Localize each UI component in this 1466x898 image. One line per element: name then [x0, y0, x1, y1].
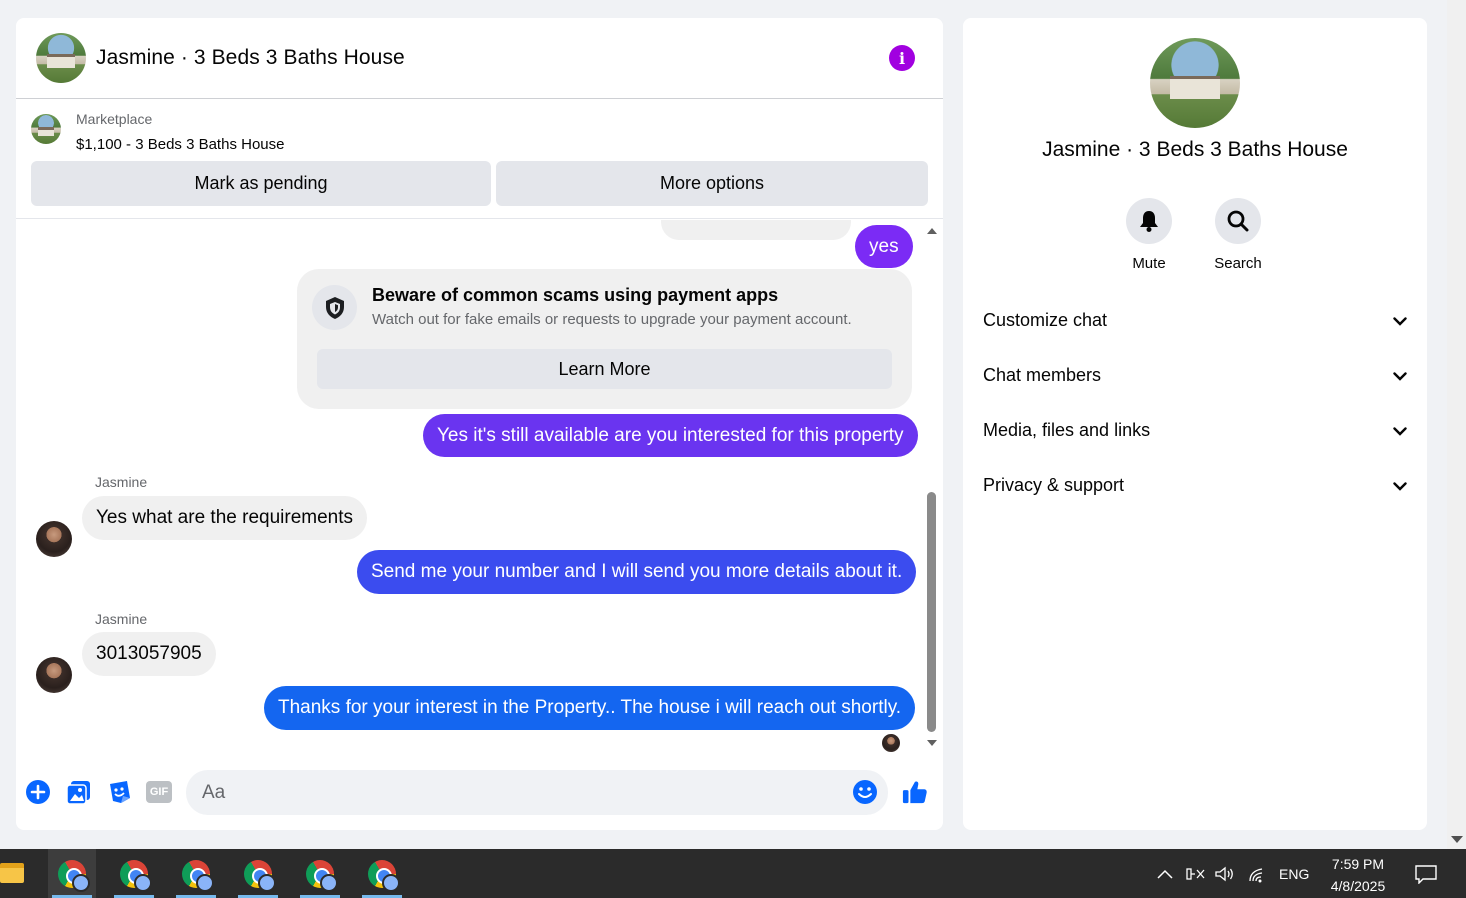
network-disconnected-icon[interactable]	[1185, 849, 1207, 898]
taskbar-chrome-4[interactable]	[234, 849, 282, 898]
listing-avatar[interactable]	[36, 33, 86, 83]
message-input[interactable]: Aa	[186, 770, 888, 815]
scroll-thumb[interactable]	[927, 492, 936, 732]
message-text: Yes what are the requirements	[96, 507, 354, 528]
chat-header: Jasmine · 3 Beds 3 Baths House i	[16, 18, 943, 99]
chrome-icon	[182, 859, 214, 892]
scam-warning-title: Beware of common scams using payment app…	[372, 285, 779, 305]
notification-center-icon[interactable]	[1414, 849, 1438, 898]
volume-icon[interactable]	[1214, 849, 1236, 898]
message-text: Yes it's still available are you interes…	[437, 424, 904, 446]
mute-action[interactable]: Mute	[1109, 198, 1189, 272]
more-options-button[interactable]: More options	[496, 161, 928, 206]
section-label: Media, files and links	[983, 419, 1151, 440]
sender-avatar[interactable]	[36, 657, 72, 693]
windows-taskbar: ENG 7:59 PM 4/8/2025	[0, 849, 1466, 898]
shield-icon	[312, 285, 357, 330]
listing-profile-image[interactable]	[1150, 38, 1240, 128]
chrome-icon	[244, 859, 276, 892]
chrome-icon	[120, 859, 152, 892]
language-indicator[interactable]: ENG	[1279, 849, 1309, 898]
scroll-down-arrow[interactable]	[927, 740, 937, 746]
clock-time: 7:59 PM	[1331, 856, 1385, 872]
taskbar-chrome-5[interactable]	[296, 849, 344, 898]
message-text: Thanks for your interest in the Property…	[278, 697, 902, 718]
emoji-icon[interactable]	[852, 779, 878, 805]
chrome-icon	[368, 859, 400, 892]
message-bubble-outgoing[interactable]: yes	[855, 225, 913, 268]
plus-icon[interactable]	[25, 779, 51, 805]
chrome-icon	[58, 859, 90, 892]
search-icon[interactable]	[1215, 198, 1261, 244]
sticker-icon[interactable]	[106, 779, 132, 805]
info-panel-title: Jasmine · 3 Beds 3 Baths House	[1042, 138, 1348, 161]
chat-title[interactable]: Jasmine · 3 Beds 3 Baths House	[96, 46, 405, 70]
chevron-down-icon	[1393, 310, 1407, 331]
listing-thumbnail[interactable]	[31, 114, 61, 144]
message-bubble-outgoing[interactable]: Thanks for your interest in the Property…	[264, 686, 916, 730]
section-label: Chat members	[983, 364, 1102, 385]
message-text: 3013057905	[96, 643, 202, 664]
system-clock[interactable]: 7:59 PM 4/8/2025	[1318, 853, 1398, 897]
message-text: Send me your number and I will send you …	[371, 561, 903, 582]
section-label: Customize chat	[983, 309, 1108, 330]
scam-warning-subtitle: Watch out for fake emails or requests to…	[372, 311, 852, 328]
thumbs-up-icon[interactable]	[902, 779, 928, 805]
section-chat-members[interactable]: Chat members	[983, 360, 1407, 390]
chevron-down-icon	[1393, 420, 1407, 441]
clock-date: 4/8/2025	[1330, 878, 1386, 894]
message-bubble-incoming[interactable]: 3013057905	[82, 632, 216, 676]
taskbar-chrome-2[interactable]	[110, 849, 158, 898]
section-label: Privacy & support	[983, 474, 1125, 495]
marketplace-banner: Marketplace $1,100 - 3 Beds 3 Baths Hous…	[16, 99, 943, 219]
message-composer: GIF Aa	[16, 768, 943, 818]
mute-label: Mute	[1132, 255, 1166, 272]
message-bubble-outgoing[interactable]: Send me your number and I will send you …	[357, 550, 917, 594]
section-media-files-links[interactable]: Media, files and links	[983, 415, 1407, 445]
gif-icon[interactable]: GIF	[146, 779, 172, 805]
chevron-down-icon	[1393, 475, 1407, 496]
taskbar-chrome-1[interactable]	[48, 849, 96, 898]
conversation-info-panel: Jasmine · 3 Beds 3 Baths House Mute Sear…	[963, 18, 1427, 830]
chrome-icon	[306, 859, 338, 892]
partial-message-bubble	[661, 220, 851, 240]
file-explorer-icon[interactable]	[0, 863, 24, 883]
tray-overflow-icon[interactable]	[1156, 849, 1174, 898]
learn-more-button[interactable]: Learn More	[317, 349, 892, 389]
message-list[interactable]: yes Beware of common scams using payment…	[16, 220, 926, 760]
gif-label: GIF	[149, 786, 169, 798]
chat-panel: Jasmine · 3 Beds 3 Baths House i Marketp…	[16, 18, 943, 830]
scam-warning-card: Beware of common scams using payment app…	[297, 269, 912, 409]
chevron-down-icon	[1393, 365, 1407, 386]
search-label: Search	[1214, 255, 1262, 272]
page-scroll-down-arrow[interactable]	[1451, 836, 1463, 843]
message-scrollbar[interactable]	[924, 224, 938, 754]
taskbar-chrome-3[interactable]	[172, 849, 220, 898]
message-bubble-incoming[interactable]: Yes what are the requirements	[82, 496, 368, 540]
wifi-icon[interactable]	[1248, 849, 1268, 898]
bell-icon[interactable]	[1126, 198, 1172, 244]
mark-as-pending-button[interactable]: Mark as pending	[31, 161, 491, 206]
sender-avatar[interactable]	[36, 521, 72, 557]
message-text: yes	[869, 235, 899, 257]
search-action[interactable]: Search	[1198, 198, 1278, 272]
info-icon[interactable]: i	[889, 45, 915, 71]
taskbar-chrome-6[interactable]	[358, 849, 406, 898]
section-customize-chat[interactable]: Customize chat	[983, 305, 1407, 335]
sender-name: Jasmine	[95, 474, 148, 490]
sender-name: Jasmine	[95, 611, 148, 627]
marketplace-label: Marketplace	[76, 111, 153, 127]
section-privacy-support[interactable]: Privacy & support	[983, 470, 1407, 500]
photo-icon[interactable]	[66, 779, 92, 805]
page-scrollbar[interactable]	[1447, 0, 1466, 849]
scroll-up-arrow[interactable]	[927, 228, 937, 234]
seen-receipt-avatar	[882, 734, 900, 752]
message-bubble-outgoing[interactable]: Yes it's still available are you interes…	[423, 414, 918, 457]
listing-title[interactable]: $1,100 - 3 Beds 3 Baths House	[76, 136, 284, 153]
